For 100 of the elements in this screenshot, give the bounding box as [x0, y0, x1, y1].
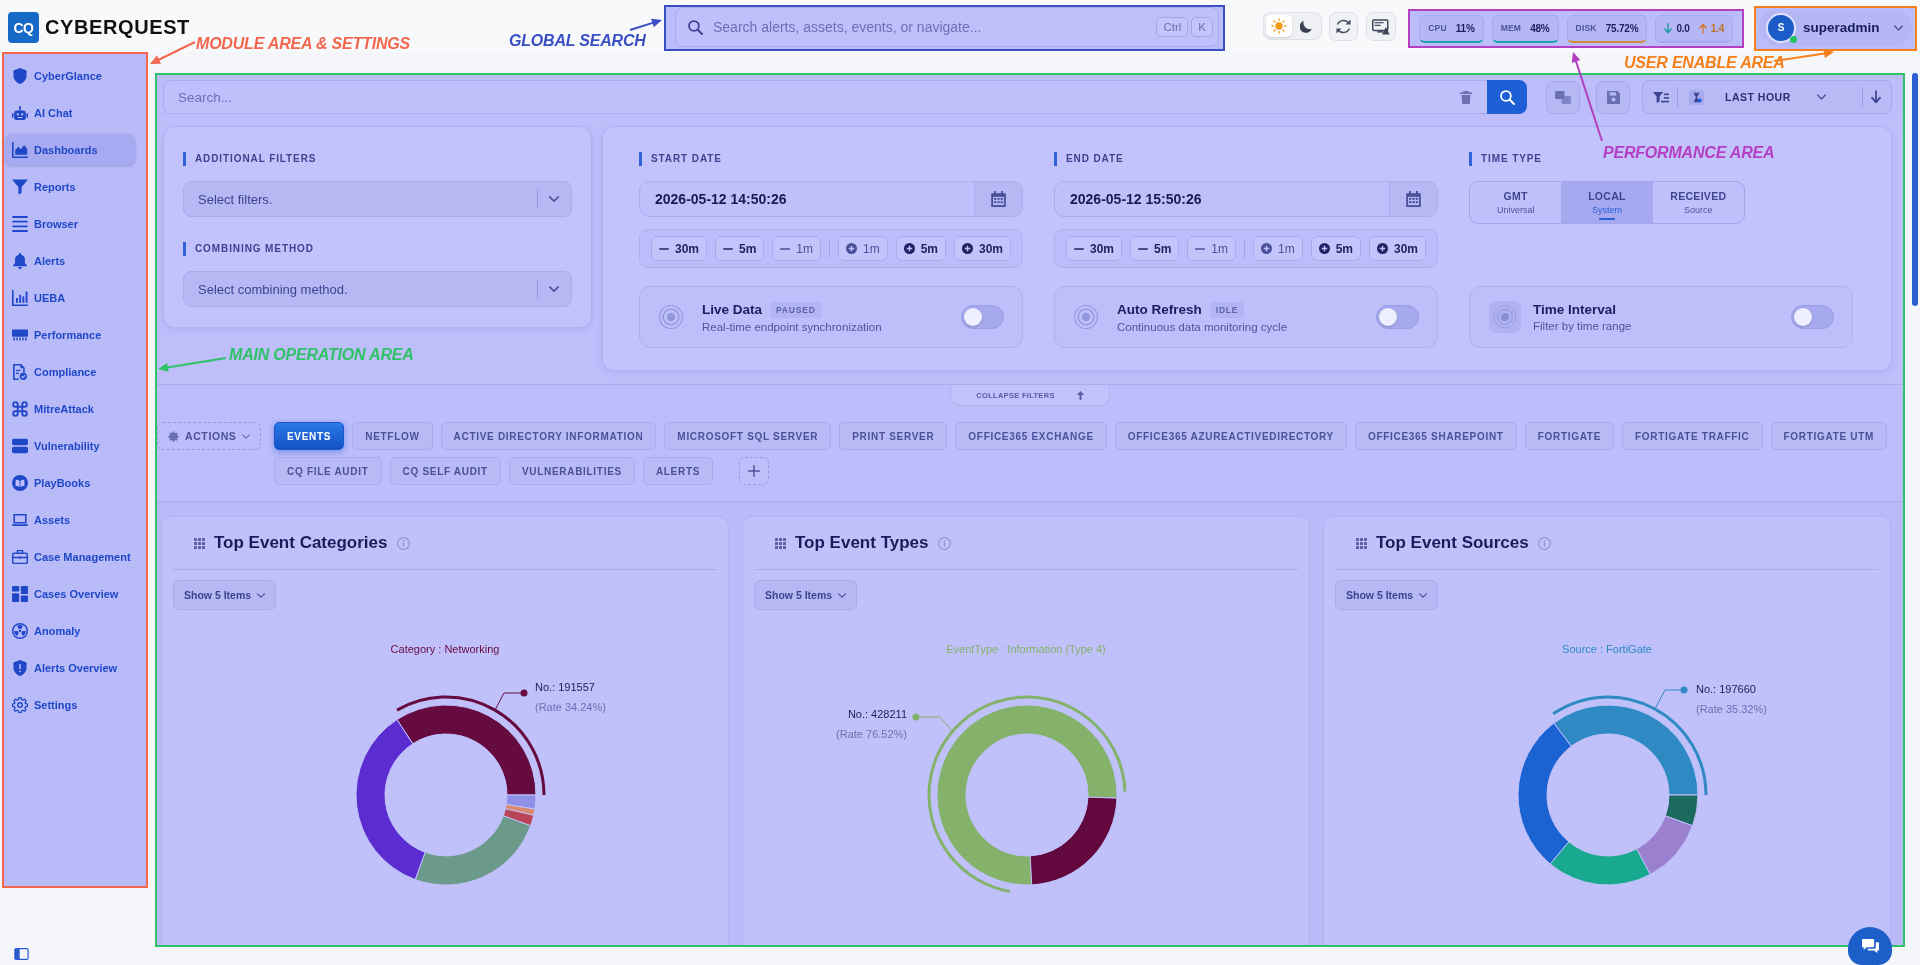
source-tab[interactable]: OFFICE365 SHAREPOINT [1355, 422, 1517, 450]
sidebar-item[interactable]: Case Management [5, 541, 135, 572]
sidebar-item[interactable]: CyberGlance [5, 60, 135, 91]
time-step-button[interactable]: 1m [772, 236, 821, 261]
add-tab-button[interactable] [739, 457, 770, 485]
sidebar-item[interactable]: Dashboards [5, 134, 135, 165]
item-count-select[interactable]: Show 5 Items [754, 580, 858, 610]
section-label: TIME TYPE [1469, 152, 1542, 166]
scrollbar-thumb[interactable] [1912, 73, 1918, 306]
date-field[interactable]: 2026-05-12 15:50:26 [1054, 181, 1438, 217]
date-field[interactable]: 2026-05-12 14:50:26 [639, 181, 1023, 217]
sidebar-item[interactable]: Performance [5, 319, 135, 350]
source-tab[interactable]: FORTIGATE TRAFFIC [1622, 422, 1763, 450]
laptop-icon [12, 511, 28, 528]
chevron-down-icon [1816, 94, 1826, 100]
chevron-down-icon [1894, 24, 1903, 31]
switch-description: Continuous data monitoring cycle [1117, 320, 1288, 333]
chart-count-label: No.: 191557 [535, 680, 596, 695]
sidebar-item[interactable]: Vulnerability [5, 430, 135, 461]
source-tab[interactable]: CQ SELF AUDIT [389, 457, 501, 485]
sidebar-item[interactable]: Assets [5, 504, 135, 535]
search-field[interactable]: Search... [163, 80, 1487, 114]
sidebar-item[interactable]: UEBA [5, 282, 135, 313]
metric-value: 48% [1530, 22, 1550, 34]
filter-select[interactable]: Select filters. [183, 181, 572, 217]
list-icon [12, 215, 28, 232]
time-step-button[interactable]: 1m [838, 236, 888, 261]
annotation-arrow [150, 41, 196, 64]
arrow-up-icon [1698, 22, 1707, 34]
calendar-button[interactable] [974, 182, 1022, 216]
source-tab[interactable]: MICROSOFT SQL SERVER [664, 422, 832, 450]
calendar-button[interactable] [1389, 182, 1437, 216]
radiation-icon [12, 622, 28, 639]
sidebar-item[interactable]: Reports [5, 171, 135, 202]
minus-icon [1195, 247, 1206, 250]
toggle-switch[interactable] [961, 305, 1004, 329]
combining-method-select[interactable]: Select combining method. [183, 271, 572, 307]
source-tab[interactable]: FORTIGATE UTM [1770, 422, 1888, 450]
time-step-button[interactable]: 30m [953, 236, 1011, 261]
time-type-option[interactable]: GMT Universal [1470, 182, 1562, 223]
search-button[interactable] [1487, 80, 1527, 114]
minus-icon [723, 247, 733, 250]
time-step-button[interactable]: 30m [1066, 236, 1123, 261]
time-step-button[interactable]: 5m [895, 236, 946, 261]
time-step-button[interactable]: 5m [1310, 236, 1361, 261]
source-tab[interactable]: OFFICE365 EXCHANGE [955, 422, 1107, 450]
signal-icon [1074, 305, 1098, 329]
save-button[interactable] [1596, 80, 1630, 114]
widget-title: Top Event Categories [214, 533, 388, 553]
chevron-down-icon [549, 196, 559, 202]
source-tab[interactable]: VULNERABILITIES [508, 457, 635, 485]
time-range-select[interactable]: LAST HOUR [1689, 89, 1826, 105]
filter-button[interactable] [1653, 91, 1669, 103]
time-step-button[interactable]: 5m [1130, 236, 1180, 261]
item-count-select[interactable]: Show 5 Items [173, 580, 277, 610]
merge-button[interactable] [1546, 80, 1580, 114]
display-button[interactable] [1366, 12, 1397, 41]
source-tab[interactable]: OFFICE365 AZUREACTIVEDIRECTORY [1114, 422, 1347, 450]
sidebar-item[interactable]: Alerts Overview [5, 652, 135, 683]
source-tab[interactable]: CQ FILE AUDIT [274, 457, 382, 485]
moon-icon [1300, 19, 1313, 33]
sidebar-item[interactable]: Compliance [5, 356, 135, 387]
time-step-button[interactable]: 1m [1187, 236, 1236, 261]
sidebar-toggle-button[interactable] [14, 948, 29, 960]
sidebar-item[interactable]: Cases Overview [5, 578, 135, 609]
time-type-option[interactable]: LOCAL System [1561, 182, 1653, 223]
sidebar-item[interactable]: Alerts [5, 245, 135, 276]
refresh-button[interactable] [1329, 12, 1359, 41]
download-button[interactable] [1871, 90, 1881, 104]
plus-icon [748, 465, 761, 477]
chevron-down-icon [838, 592, 847, 598]
toggle-switch[interactable] [1376, 305, 1419, 329]
source-tab[interactable]: NETFLOW [352, 422, 433, 450]
source-tab[interactable]: ACTIVE DIRECTORY INFORMATION [440, 422, 657, 450]
sidebar-item[interactable]: PlayBooks [5, 467, 135, 498]
source-tab[interactable]: EVENTS [274, 422, 345, 450]
global-search-field[interactable]: Search alerts, assets, events, or navigate... Ctrl K [675, 7, 1219, 47]
source-tab[interactable]: ALERTS [642, 457, 714, 485]
time-step-button[interactable]: 1m [1253, 236, 1303, 261]
sidebar-item[interactable]: Browser [5, 208, 135, 239]
chart-caption: Category : Networking [390, 642, 500, 656]
sidebar-item[interactable]: AI Chat [5, 97, 135, 128]
gear-icon [168, 430, 179, 442]
time-step-button[interactable]: 30m [651, 236, 708, 261]
source-tab[interactable]: PRINT SERVER [839, 422, 948, 450]
sidebar-item[interactable]: MitreAttack [5, 393, 135, 424]
toggle-switch[interactable] [1791, 305, 1834, 329]
time-step-button[interactable]: 5m [715, 236, 765, 261]
actions-button[interactable]: ACTIONS [157, 422, 261, 450]
time-type-option[interactable]: RECEIVED Source [1652, 182, 1744, 223]
time-step-button[interactable]: 30m [1368, 236, 1426, 261]
shield-icon [12, 67, 28, 84]
item-count-select[interactable]: Show 5 Items [1335, 580, 1439, 610]
source-tab[interactable]: FORTIGATE [1524, 422, 1615, 450]
clear-search-button[interactable] [1460, 90, 1472, 104]
user-menu-button[interactable]: S superadmin [1759, 9, 1912, 46]
plus-circle-icon [903, 243, 915, 254]
sidebar-item[interactable]: Anomaly [5, 615, 135, 646]
metric-label: CPU [1428, 23, 1447, 33]
sidebar-item[interactable]: Settings [5, 689, 135, 720]
